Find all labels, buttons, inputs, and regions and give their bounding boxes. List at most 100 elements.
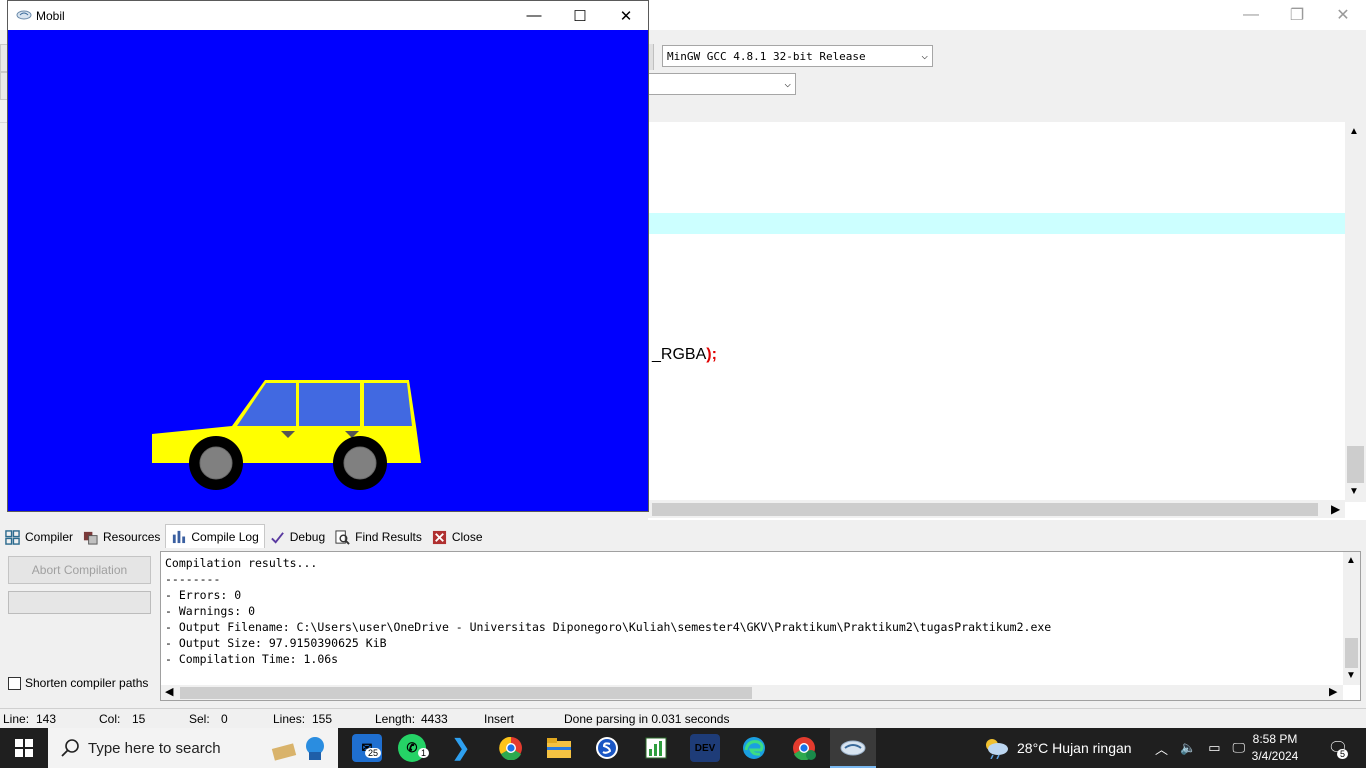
devcpp-close-button[interactable]: ✕ <box>1320 0 1366 30</box>
find-icon <box>335 529 350 545</box>
status-line-label: Line: <box>3 712 30 726</box>
tab-label: Close <box>451 530 483 544</box>
search-placeholder: Type here to search <box>88 739 221 757</box>
tab-resources[interactable]: Resources <box>78 526 165 548</box>
compilation-progress-bar <box>8 591 151 614</box>
log-horizontal-scroll-thumb[interactable] <box>180 687 752 699</box>
car-window-front <box>237 383 296 426</box>
app-icon <box>16 10 32 20</box>
checkbox-box[interactable] <box>8 676 21 690</box>
scroll-up-icon[interactable]: ▲ <box>1346 555 1356 566</box>
system-tray: ︿ 🔈 ▭ 🖵 <box>1155 728 1245 768</box>
weather-text: 28°C Hujan ringan <box>1017 740 1132 756</box>
chart-app-icon[interactable] <box>641 734 671 762</box>
editor-vertical-scrollbar[interactable]: ▲ ▼ <box>1345 122 1366 502</box>
log-line: Compilation results... <box>165 556 318 570</box>
clock-date: 3/4/2024 <box>1251 749 1299 763</box>
log-line: -------- <box>165 572 221 586</box>
devcpp-taskbar-icon[interactable]: DEV <box>690 734 720 762</box>
tab-label: Resources <box>103 530 161 544</box>
editor-horizontal-scroll-thumb[interactable] <box>652 503 1318 516</box>
windows-icon <box>15 739 33 757</box>
car <box>152 380 421 490</box>
compile-log-text: Compilation results... -------- - Errors: … <box>165 555 1051 667</box>
shorten-paths-label: Shorten compiler paths <box>25 676 149 690</box>
close-icon <box>432 530 446 544</box>
edge-icon[interactable] <box>739 734 769 762</box>
scroll-down-icon[interactable]: ▼ <box>1346 670 1356 681</box>
chrome-profile-icon[interactable] <box>789 734 819 762</box>
chart-icon <box>173 530 186 544</box>
active-line-highlight <box>648 213 1345 234</box>
maximize-icon: ☐ <box>573 7 587 25</box>
s-logo-icon <box>596 737 618 759</box>
maximize-button[interactable]: ☐ <box>557 1 603 30</box>
grid-icon <box>5 529 20 545</box>
speaker-icon[interactable]: 🔈 <box>1180 740 1196 756</box>
abort-compilation-button[interactable]: Abort Compilation <box>8 556 151 584</box>
compiler-select[interactable]: MinGW GCC 4.8.1 32-bit Release ⌵ <box>662 45 933 67</box>
car-window-middle <box>299 383 360 426</box>
mail-badge: 25 <box>365 748 382 758</box>
notification-badge: 5 <box>1337 749 1349 759</box>
chrome-icon[interactable] <box>496 734 526 762</box>
search-highlight-icon[interactable] <box>268 734 330 762</box>
log-line: - Output Filename: C:\Users\user\OneDriv… <box>165 620 1052 634</box>
chart-app-logo-icon <box>645 737 667 759</box>
chevron-up-icon[interactable]: ︿ <box>1155 739 1168 758</box>
mobil-taskbar-icon[interactable] <box>830 728 876 768</box>
clock-time: 8:58 PM <box>1252 732 1298 746</box>
code-line-fragment: _RGBA); <box>652 346 717 364</box>
network-icon[interactable]: 🖵 <box>1233 740 1246 756</box>
editor-vertical-scroll-thumb[interactable] <box>1347 446 1364 483</box>
notification-center-button[interactable]: 🗨 <box>1318 728 1358 768</box>
tab-compile-log[interactable]: Compile Log <box>165 524 265 548</box>
tab-compiler[interactable]: Compiler <box>0 526 78 548</box>
status-sel-label: Sel: <box>189 712 210 726</box>
weather-widget[interactable]: 28°C Hujan ringan <box>983 728 1132 768</box>
status-bar: Line: 143 Col: 15 Sel: 0 Lines: 155 Leng… <box>0 708 1366 729</box>
code-token: _RGBA <box>652 346 707 363</box>
devcpp-minimize-button[interactable]: — <box>1228 0 1274 30</box>
check-icon <box>270 531 284 544</box>
close-button[interactable]: ✕ <box>603 1 649 30</box>
chrome-profile-logo-icon <box>793 737 816 760</box>
tab-find-results[interactable]: Find Results <box>330 526 427 548</box>
function-select[interactable]: ⌵ <box>648 73 796 95</box>
taskbar-clock[interactable]: 8:58 PM 3/4/2024 <box>1246 731 1304 765</box>
scroll-right-icon[interactable]: ▶ <box>1331 502 1340 516</box>
scroll-right-icon[interactable]: ▶ <box>1329 685 1337 698</box>
rear-hubcap <box>343 446 377 480</box>
scroll-left-icon[interactable]: ◀ <box>165 685 173 698</box>
file-explorer-icon[interactable] <box>544 734 574 762</box>
vscode-icon[interactable]: ❯ <box>446 734 476 762</box>
tab-debug[interactable]: Debug <box>265 526 330 548</box>
tab-close[interactable]: Close <box>427 526 488 548</box>
status-insert-mode: Insert <box>484 712 515 726</box>
scroll-up-icon[interactable]: ▲ <box>1349 126 1359 137</box>
compiler-select-value: MinGW GCC 4.8.1 32-bit Release <box>667 49 866 63</box>
search-icon <box>61 739 79 757</box>
log-vertical-scroll-thumb[interactable] <box>1345 638 1358 668</box>
battery-icon[interactable]: ▭ <box>1208 740 1220 756</box>
scroll-down-icon[interactable]: ▼ <box>1349 486 1359 497</box>
edge-logo-icon <box>743 737 765 759</box>
minimize-button[interactable]: — <box>511 1 557 30</box>
code-editor[interactable] <box>648 122 1366 520</box>
log-line: - Errors: 0 <box>165 588 242 602</box>
opengl-canvas <box>8 30 648 511</box>
resources-icon <box>83 531 98 545</box>
status-length-value: 4433 <box>421 712 448 726</box>
whatsapp-badge: 1 <box>418 748 430 758</box>
mobil-title: Mobil <box>36 8 65 23</box>
log-line: - Compilation Time: 1.06s <box>165 652 339 666</box>
devcpp-restore-button[interactable]: ❐ <box>1274 0 1320 30</box>
mobil-window-controls: — ☐ ✕ <box>511 1 649 30</box>
app-s-icon[interactable] <box>592 734 622 762</box>
front-hubcap <box>199 446 233 480</box>
shorten-paths-checkbox[interactable]: Shorten compiler paths <box>8 676 148 690</box>
bottom-tabs: Compiler Resources Compile Log Debug Fin… <box>0 524 1366 548</box>
minimize-icon: — <box>526 7 542 24</box>
start-button[interactable] <box>0 728 48 768</box>
log-line: - Warnings: 0 <box>165 604 256 618</box>
